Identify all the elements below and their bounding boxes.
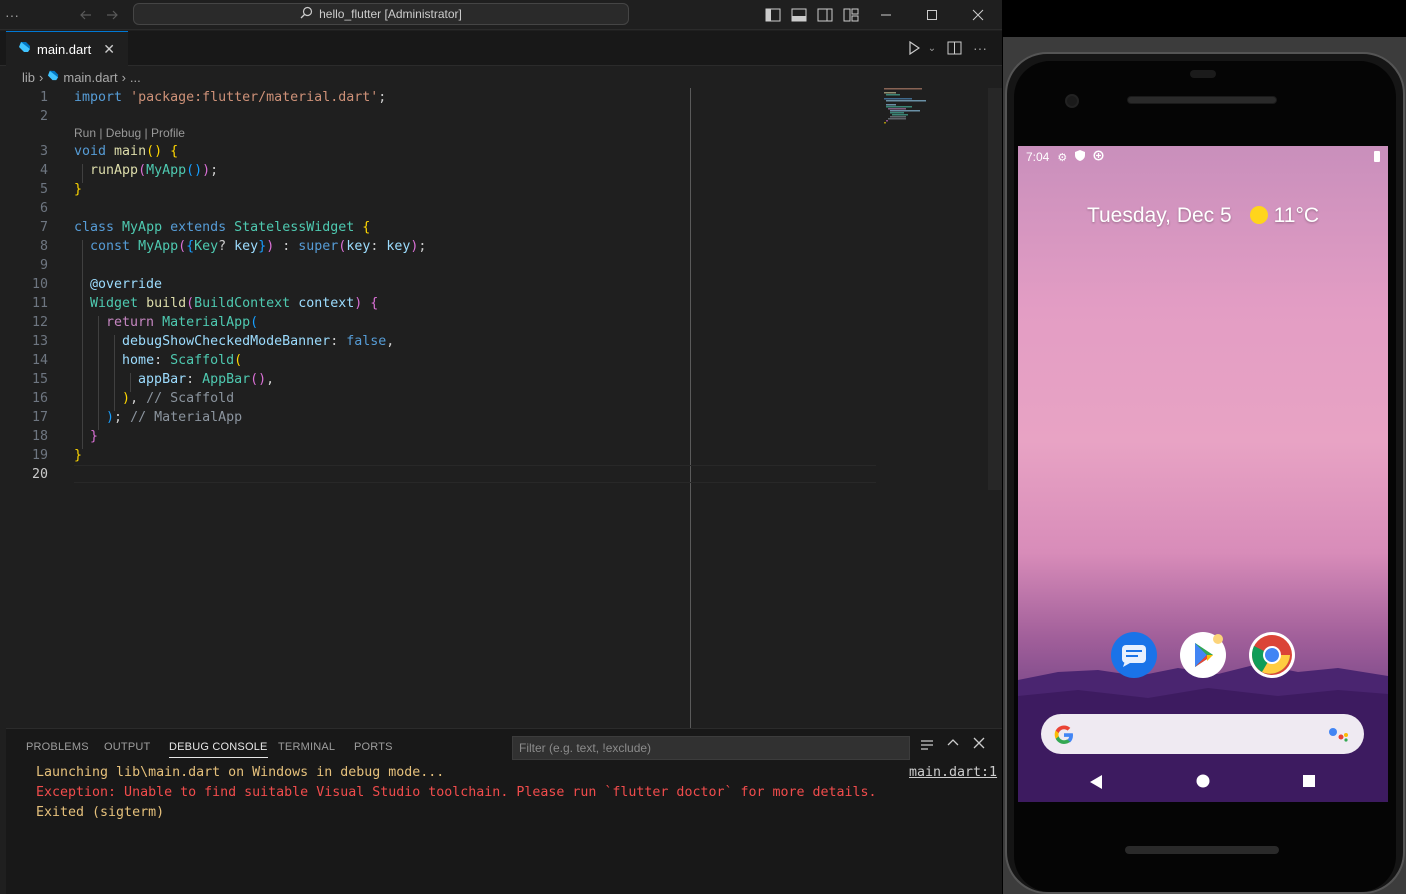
code-line: debugShowCheckedModeBanner: false, <box>122 334 395 349</box>
line-number: 9 <box>39 258 48 273</box>
run-icon[interactable] <box>904 38 924 58</box>
tab-problems[interactable]: PROBLEMS <box>26 741 89 753</box>
console-line-launching: Launching lib\main.dart on Windows in de… <box>36 765 445 780</box>
status-time: 7:04 <box>1026 150 1050 164</box>
chevron-right-icon: › <box>121 69 126 85</box>
recents-nav-icon[interactable] <box>1302 774 1316 788</box>
customize-layout-icon[interactable] <box>841 5 861 25</box>
at-a-glance-widget[interactable]: Tuesday, Dec 5 11°C <box>1018 204 1388 228</box>
editor-tabs-bar: main.dart ✕ ⌄ ··· <box>0 31 1002 66</box>
tab-main-dart[interactable]: main.dart ✕ <box>6 31 128 66</box>
code-editor[interactable]: 1 2 3 4 5 6 7 8 9 10 11 12 13 14 15 16 1… <box>6 88 1002 728</box>
phone-screen[interactable]: 7:04 ⚙ Tuesday, Dec 5 11°C <box>1018 146 1388 802</box>
glance-temperature: 11°C <box>1273 204 1320 227</box>
settings-gear-icon: ⚙ <box>1057 151 1068 164</box>
command-center-search[interactable]: hello_flutter [Administrator] <box>133 3 629 25</box>
search-icon <box>300 6 313 22</box>
close-tab-icon[interactable]: ✕ <box>103 41 115 58</box>
sun-weather-icon <box>1249 206 1268 224</box>
code-line: void main() { <box>74 144 179 159</box>
code-line: import 'package:flutter/material.dart'; <box>74 90 387 105</box>
title-bar: ··· hello_flutter [Administrator] <box>0 0 1002 30</box>
code-line: @override <box>90 277 163 292</box>
earpiece-speaker <box>1127 96 1277 104</box>
codelens-run-debug-profile[interactable]: Run | Debug | Profile <box>74 126 185 140</box>
home-nav-icon[interactable] <box>1196 774 1210 788</box>
proximity-sensor <box>1190 70 1216 78</box>
chrome-app-icon[interactable] <box>1249 632 1295 678</box>
breadcrumb-more[interactable]: ... <box>130 70 141 85</box>
code-line: class MyApp extends StatelessWidget { <box>74 220 371 235</box>
dart-file-icon <box>18 41 31 57</box>
messages-app-icon[interactable] <box>1111 632 1157 678</box>
breadcrumb-file[interactable]: main.dart <box>63 70 117 85</box>
battery-icon <box>1374 151 1380 162</box>
console-line-exception: Exception: Unable to find suitable Visua… <box>36 785 877 800</box>
google-g-icon <box>1054 725 1073 744</box>
code-line: const MyApp({Key? key}) : super(key: key… <box>90 239 427 254</box>
glance-date: Tuesday, Dec 5 <box>1086 204 1232 227</box>
close-panel-icon[interactable] <box>973 737 985 752</box>
dart-file-icon <box>47 70 59 85</box>
code-line: Widget build(BuildContext context) { <box>90 296 379 311</box>
more-actions-icon[interactable]: ··· <box>970 38 990 58</box>
back-arrow-icon[interactable] <box>76 5 96 25</box>
code-line: appBar: AppBar(), <box>138 372 275 387</box>
command-center-label: hello_flutter [Administrator] <box>319 7 462 21</box>
maximize-icon[interactable] <box>922 5 942 25</box>
tab-terminal[interactable]: TERMINAL <box>278 741 335 753</box>
minimap[interactable] <box>882 88 992 148</box>
bottom-panel: PROBLEMS OUTPUT DEBUG CONSOLE TERMINAL P… <box>6 728 1002 894</box>
google-search-bar[interactable] <box>1041 714 1364 754</box>
front-camera-icon <box>1065 94 1079 108</box>
code-line: home: Scaffold( <box>122 353 243 368</box>
code-line: ); // MaterialApp <box>106 410 243 425</box>
status-bar: 7:04 ⚙ <box>1018 146 1388 168</box>
vertical-scrollbar[interactable] <box>988 88 1002 490</box>
toggle-secondary-sidebar-icon[interactable] <box>815 5 835 25</box>
chevron-right-icon: › <box>39 69 44 85</box>
breadcrumb: lib › main.dart › ... <box>0 66 1002 88</box>
code-line: } <box>90 429 99 444</box>
toggle-primary-sidebar-icon[interactable] <box>763 5 783 25</box>
play-store-app-icon[interactable] <box>1180 632 1226 678</box>
tab-ports[interactable]: PORTS <box>354 741 393 753</box>
console-filter-input[interactable]: Filter (e.g. text, !exclude) <box>512 736 910 760</box>
vscode-window: ··· hello_flutter [Administrator] main.d… <box>0 0 1002 894</box>
console-source-link[interactable]: main.dart:1 <box>909 765 997 780</box>
code-line: return MaterialApp( <box>106 315 259 330</box>
toggle-panel-icon[interactable] <box>789 5 809 25</box>
console-line-exited: Exited (sigterm) <box>36 805 165 820</box>
code-line: runApp(MyApp()); <box>90 163 219 178</box>
forward-arrow-icon[interactable] <box>102 5 122 25</box>
close-window-icon[interactable] <box>968 5 988 25</box>
split-editor-icon[interactable] <box>944 38 964 58</box>
code-line: ), // Scaffold <box>122 391 235 406</box>
clear-console-icon[interactable] <box>920 739 934 754</box>
tab-output[interactable]: OUTPUT <box>104 741 150 753</box>
code-line: } <box>74 448 83 463</box>
line-number-active: 20 <box>31 467 48 482</box>
shield-icon <box>1075 150 1086 164</box>
ellipsis-icon[interactable]: ··· <box>2 5 22 25</box>
line-number: 2 <box>39 109 48 124</box>
breadcrumb-folder[interactable]: lib <box>22 70 35 85</box>
minimize-icon[interactable] <box>876 5 896 25</box>
tab-label: main.dart <box>37 41 92 57</box>
line-number: 6 <box>39 201 48 216</box>
navigation-bar <box>1018 764 1388 802</box>
code-line: } <box>74 182 83 197</box>
maximize-panel-icon[interactable] <box>947 737 959 752</box>
back-nav-icon[interactable] <box>1089 774 1103 790</box>
bottom-speaker <box>1125 846 1279 854</box>
data-saver-icon <box>1093 150 1104 164</box>
google-assistant-icon[interactable] <box>1328 726 1350 742</box>
tab-debug-console[interactable]: DEBUG CONSOLE <box>169 741 268 758</box>
run-dropdown-chevron-icon[interactable]: ⌄ <box>922 38 942 58</box>
